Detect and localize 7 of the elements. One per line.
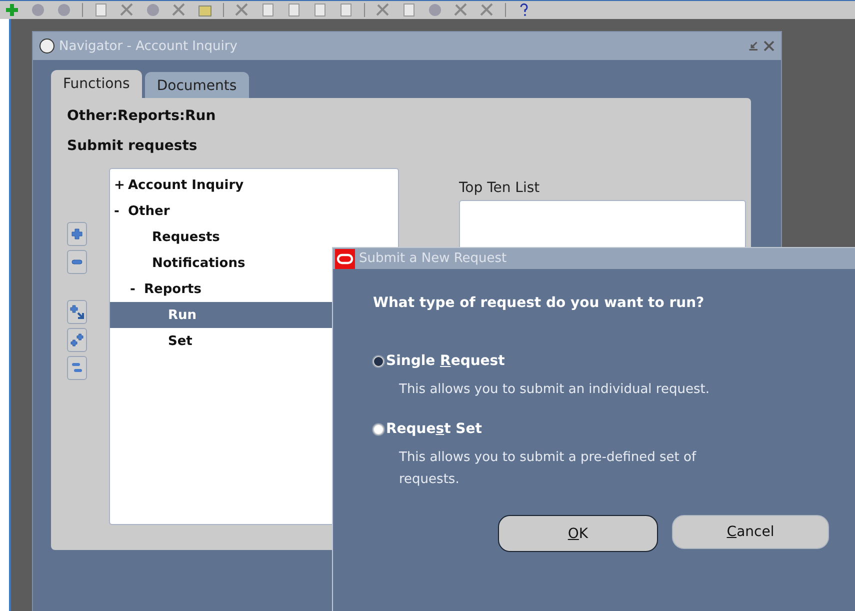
window-title: Navigator - Account Inquiry: [59, 38, 238, 54]
section-heading: Submit requests: [67, 138, 198, 154]
breadcrumb-path: Other:Reports:Run: [67, 108, 217, 124]
dialog-title: Submit a New Request: [359, 251, 508, 266]
option-description: This allows you to submit a pre-defined set of requests.: [398, 449, 698, 489]
option-description: This allows you to submit an individual request.: [398, 381, 710, 399]
field-label: Top Ten List: [459, 180, 541, 196]
